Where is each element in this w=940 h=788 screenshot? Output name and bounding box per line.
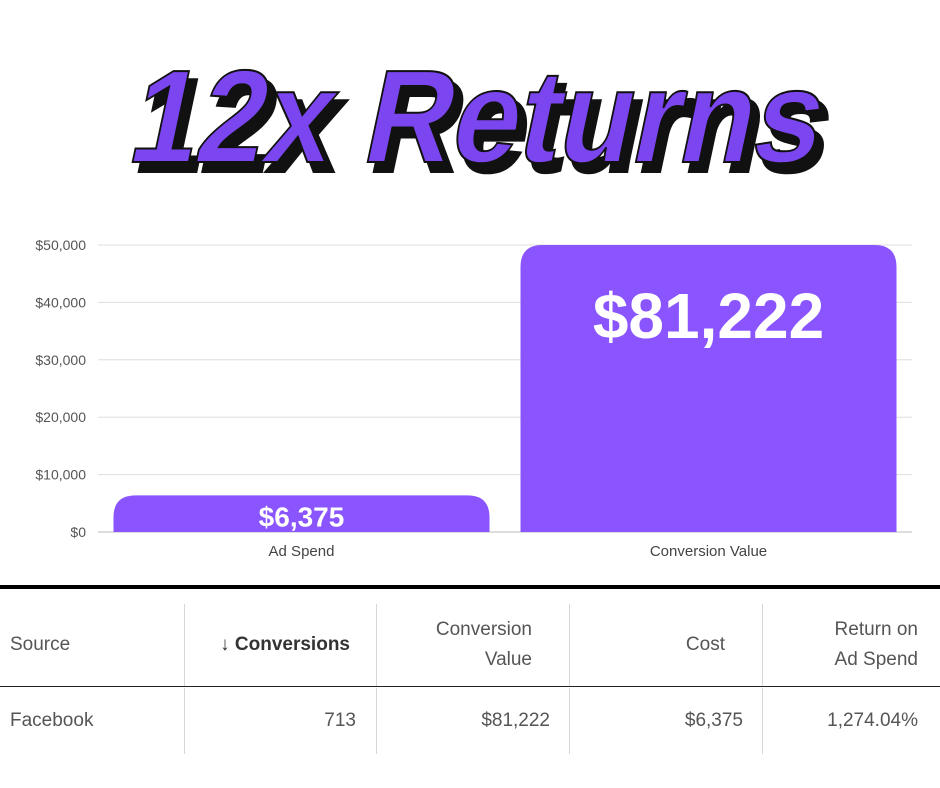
column-divider [184, 604, 185, 686]
table-header-row: Source ↓ Conversions Conversion Value Co… [0, 604, 940, 687]
bar-data-label: $6,375 [259, 501, 345, 532]
y-tick-label: $20,000 [35, 409, 86, 425]
cell-roas: 1,274.04% [827, 710, 918, 731]
headline: 12x Returns 12x Returns [118, 42, 849, 192]
column-divider [762, 688, 763, 754]
col-header-roas[interactable]: Return on Ad Spend [764, 604, 918, 686]
col-header-conversion-value-line2: Value [484, 649, 532, 670]
x-tick-label: Conversion Value [650, 543, 767, 560]
column-divider [569, 688, 570, 754]
col-header-conversions[interactable]: ↓ Conversions [186, 604, 350, 686]
bar-chart: $0 $10,000 $20,000 $30,000 $40,000 $50,000 $6… [35, 237, 912, 560]
column-divider [376, 604, 377, 686]
report-table: Source ↓ Conversions Conversion Value Co… [0, 604, 940, 756]
col-header-roas-line2: Ad Spend [834, 649, 918, 670]
column-divider [762, 604, 763, 686]
y-tick-label: $40,000 [35, 294, 86, 310]
col-header-cost[interactable]: Cost [571, 604, 725, 686]
col-header-source-label: Source [10, 634, 71, 655]
y-tick-label: $30,000 [35, 352, 86, 368]
col-header-conversion-value-line1: Conversion [435, 619, 532, 640]
cell-conversion-value: $81,222 [481, 710, 550, 731]
headline-text: 12x Returns [119, 43, 840, 190]
y-tick-label: $10,000 [35, 467, 86, 483]
column-divider [569, 604, 570, 686]
column-divider [184, 688, 185, 754]
col-header-conversion-value[interactable]: Conversion Value [378, 604, 532, 686]
section-divider [0, 585, 940, 589]
cell-conversions: 713 [324, 710, 356, 731]
col-header-roas-line1: Return on [834, 619, 918, 640]
col-header-source[interactable]: Source [10, 604, 180, 686]
bar-data-label: $81,222 [593, 280, 824, 352]
x-tick-label: Ad Spend [269, 543, 335, 560]
table-row[interactable]: Facebook 713 $81,222 $6,375 1,274.04% [0, 688, 940, 754]
cell-source: Facebook [10, 710, 94, 731]
y-tick-label: $0 [70, 524, 86, 540]
y-tick-label: $50,000 [35, 237, 86, 253]
col-header-conversions-label: ↓ Conversions [220, 634, 350, 655]
col-header-cost-label: Cost [685, 634, 725, 655]
cell-cost: $6,375 [684, 710, 743, 731]
column-divider [376, 688, 377, 754]
